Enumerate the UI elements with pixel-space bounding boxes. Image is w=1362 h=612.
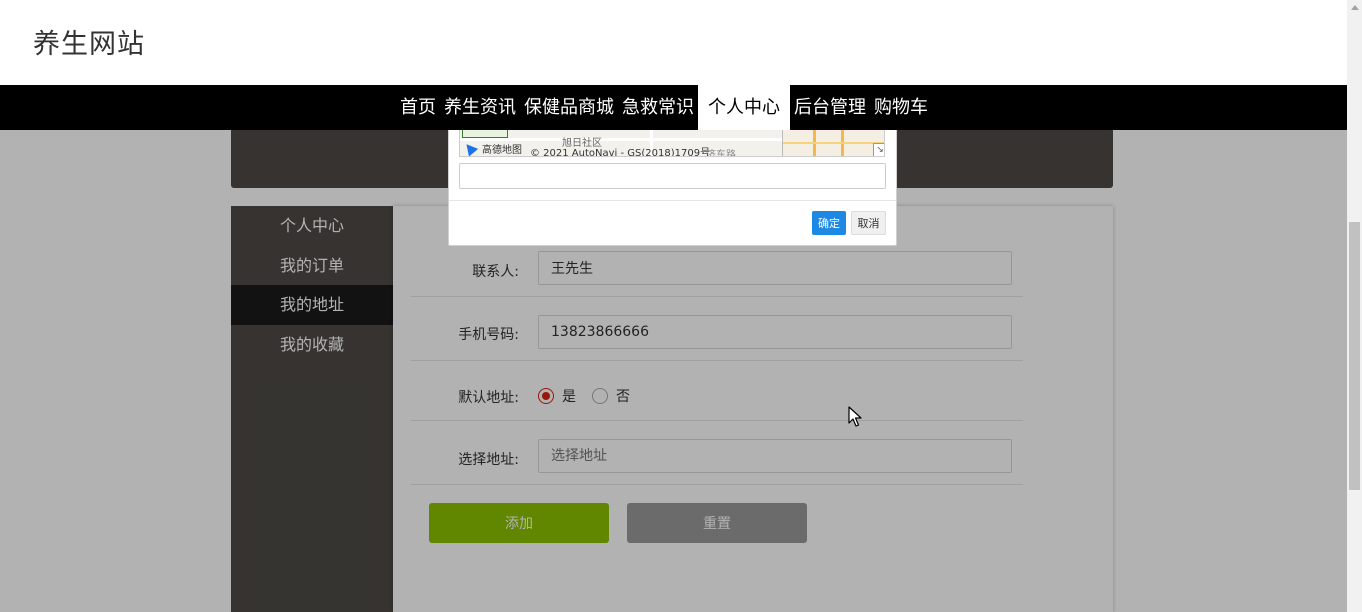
nav-list: 首页 养生资讯 保健品商城 急救常识 个人中心 后台管理 购物车 bbox=[396, 85, 932, 130]
site-header: 养生网站 bbox=[0, 0, 1347, 85]
address-search-input[interactable] bbox=[459, 163, 886, 189]
map-logo: 高德地图 bbox=[461, 140, 522, 156]
site-title[interactable]: 养生网站 bbox=[33, 22, 145, 61]
nav-item-admin[interactable]: 后台管理 bbox=[790, 85, 870, 130]
cancel-button[interactable]: 取消 bbox=[851, 211, 886, 235]
confirm-button[interactable]: 确定 bbox=[812, 211, 846, 235]
mouse-cursor-icon bbox=[848, 406, 862, 427]
overview-road bbox=[783, 142, 884, 144]
map-logo-text: 高德地图 bbox=[482, 145, 522, 156]
overview-toggle-icon[interactable]: ↘ bbox=[873, 143, 884, 156]
dialog-divider bbox=[449, 200, 896, 201]
nav-item-first-aid[interactable]: 急救常识 bbox=[618, 85, 698, 130]
map-overview[interactable]: ↘ bbox=[782, 130, 884, 156]
amap-arrow-icon bbox=[461, 140, 479, 156]
nav-item-home[interactable]: 首页 bbox=[396, 85, 440, 130]
main-navbar: 首页 养生资讯 保健品商城 急救常识 个人中心 后台管理 购物车 bbox=[0, 85, 1347, 130]
nav-item-personal-center[interactable]: 个人中心 bbox=[698, 85, 790, 130]
page-scrollbar[interactable] bbox=[1347, 0, 1362, 612]
map-view[interactable]: 旭日社区 济东路 高德地图 © 2021 AutoNavi - GS(2018)… bbox=[459, 130, 885, 157]
nav-item-health-news[interactable]: 养生资讯 bbox=[440, 85, 520, 130]
scroll-thumb[interactable] bbox=[1349, 222, 1360, 490]
nav-item-health-store[interactable]: 保健品商城 bbox=[520, 85, 618, 130]
scroll-up-icon[interactable] bbox=[1351, 5, 1359, 10]
map-copyright: © 2021 AutoNavi - GS(2018)1709号 bbox=[530, 148, 711, 157]
map-road-label: 济东路 bbox=[706, 150, 736, 157]
map-park-area bbox=[462, 130, 508, 138]
address-picker-dialog: 旭日社区 济东路 高德地图 © 2021 AutoNavi - GS(2018)… bbox=[448, 130, 897, 246]
nav-item-cart[interactable]: 购物车 bbox=[870, 85, 932, 130]
